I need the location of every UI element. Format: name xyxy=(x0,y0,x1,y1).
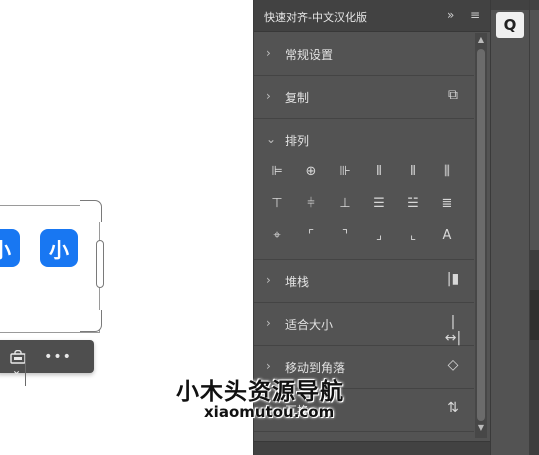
align-right-icon[interactable]: ⊪ xyxy=(334,161,356,181)
align-bottom-left-corner-icon[interactable]: ⌞ xyxy=(402,225,424,245)
chevron-right-icon: › xyxy=(266,89,271,103)
move-to-corner-icon[interactable]: ◇ xyxy=(444,357,462,373)
align-text-baseline-icon[interactable]: A xyxy=(436,225,458,245)
section-fit-size: › 适合大小 |↔| xyxy=(254,303,474,346)
distribute-right-icon[interactable]: ⫼ xyxy=(436,161,458,181)
section-label: 排列 xyxy=(285,134,310,148)
resize-handle-top-right[interactable] xyxy=(80,200,102,222)
copy-icon[interactable]: ⧉ xyxy=(444,87,462,103)
section-header-arrange[interactable]: ⌄ 排列 xyxy=(254,119,474,161)
chevron-down-icon: ⌄ xyxy=(266,132,277,146)
fit-size-icon[interactable]: |↔| xyxy=(444,314,462,346)
app-logo-icon[interactable]: 小 xyxy=(0,229,20,267)
section-header-copy[interactable]: › 复制 ⧉ xyxy=(254,76,474,118)
section-label: 常规设置 xyxy=(285,48,334,62)
panel-menu-icon[interactable]: ≡ xyxy=(470,8,480,22)
align-vertical-center-icon[interactable]: ⫩ xyxy=(300,193,322,213)
distribute-vertical-center-icon[interactable]: ☱ xyxy=(402,193,424,213)
align-bottom-icon[interactable]: ⊥ xyxy=(334,193,356,213)
section-copy: › 复制 ⧉ xyxy=(254,76,474,119)
resize-handle-middle-right[interactable] xyxy=(96,240,104,288)
panel-footer xyxy=(254,441,491,455)
scroll-up-icon[interactable]: ▲ xyxy=(475,35,487,44)
contextual-task-bar: ⌄ ••• xyxy=(0,340,94,386)
section-label: 适合大小 xyxy=(285,318,334,332)
watermark-url: xiaomutou.com xyxy=(204,403,335,421)
section-general: › 常规设置 xyxy=(254,33,474,76)
section-header-fit-size[interactable]: › 适合大小 |↔| xyxy=(254,303,474,346)
distribute-left-icon[interactable]: ⫴ xyxy=(368,161,390,181)
panel-tab[interactable]: 快速对齐-中文汉化版 » ≡ xyxy=(254,0,491,32)
resize-handle-bottom-right[interactable] xyxy=(80,310,102,332)
more-options-icon[interactable]: ••• xyxy=(40,340,76,373)
chevron-right-icon: › xyxy=(266,273,271,287)
app-logo-icon[interactable]: 小 xyxy=(40,229,78,267)
panel-title: 快速对齐-中文汉化版 xyxy=(264,11,367,24)
align-bottom-right-corner-icon[interactable]: ⌟ xyxy=(368,225,390,245)
plugin-q-icon[interactable]: Q xyxy=(496,12,524,38)
distribute-bottom-icon[interactable]: ≣ xyxy=(436,193,458,213)
scrollbar-thumb[interactable] xyxy=(477,49,485,421)
align-top-right-corner-icon[interactable]: ⌝ xyxy=(334,225,356,245)
strip-header xyxy=(491,0,539,10)
align-horizontal-center-icon[interactable]: ⊕ xyxy=(300,161,322,181)
section-label: 复制 xyxy=(285,91,310,105)
align-top-left-corner-icon[interactable]: ⌜ xyxy=(300,225,322,245)
watermark-title: 小木头资源导航 xyxy=(176,379,344,405)
section-label: 堆栈 xyxy=(285,275,310,289)
strip-lower-tab[interactable] xyxy=(530,290,539,340)
align-center-icon[interactable]: ⌖ xyxy=(266,225,288,245)
section-stack: › 堆栈 |▮ xyxy=(254,260,474,303)
chevron-right-icon: › xyxy=(266,359,271,373)
stack-icon[interactable]: |▮ xyxy=(444,271,462,287)
align-left-icon[interactable]: ⊫ xyxy=(266,161,288,181)
align-buttons-grid: ⊫ ⊕ ⊪ ⫴ ⦀ ⫼ ⊤ ⫩ ⊥ ☰ ☱ ≣ ⌖ ⌜ ⌝ ⌟ ⌞ A xyxy=(254,161,474,259)
collapse-panel-icon[interactable]: » xyxy=(447,8,454,22)
right-panel-strip: Q xyxy=(490,0,539,455)
section-header-stack[interactable]: › 堆栈 |▮ xyxy=(254,260,474,302)
section-arrange: ⌄ 排列 ⊫ ⊕ ⊪ ⫴ ⦀ ⫼ ⊤ ⫩ ⊥ ☰ ☱ ≣ ⌖ ⌜ ⌝ ⌟ ⌞ A xyxy=(254,119,474,260)
distribute-top-icon[interactable]: ☰ xyxy=(368,193,390,213)
align-top-icon[interactable]: ⊤ xyxy=(266,193,288,213)
chevron-down-icon[interactable]: ⌄ xyxy=(8,353,26,386)
strip-lower-area xyxy=(530,250,539,455)
swap-icon[interactable]: ⇅ xyxy=(444,400,462,416)
distribute-horizontal-center-icon[interactable]: ⦀ xyxy=(402,161,424,181)
section-header-general[interactable]: › 常规设置 xyxy=(254,33,474,75)
panel-scrollbar[interactable]: ▲ ▼ xyxy=(475,33,487,438)
chevron-right-icon: › xyxy=(266,316,271,330)
scroll-down-icon[interactable]: ▼ xyxy=(475,423,487,432)
chevron-right-icon: › xyxy=(266,46,271,60)
